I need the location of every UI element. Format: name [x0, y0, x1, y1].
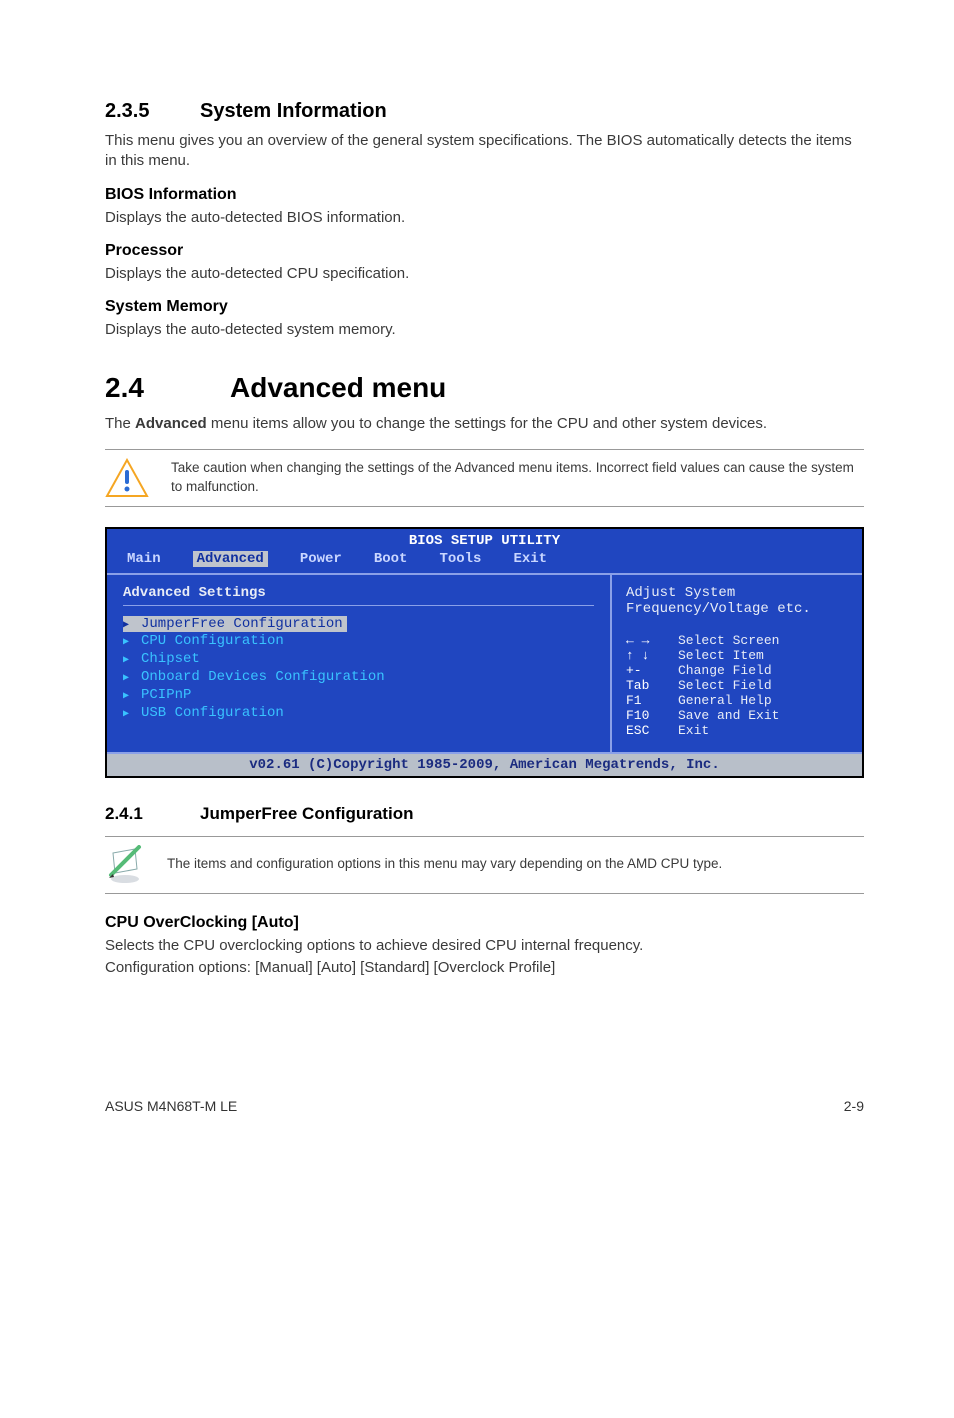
bios-help-text: Adjust System Frequency/Voltage etc.: [626, 585, 848, 617]
bios-key-label: Select Screen: [678, 633, 779, 648]
bios-menu-item: CPU Configuration: [123, 632, 594, 650]
section-number: 2.3.5: [105, 100, 200, 123]
bios-key: F1: [626, 693, 668, 708]
advanced-intro: The Advanced menu items allow you to cha…: [105, 414, 864, 434]
divider: [123, 605, 594, 606]
cpu-overclocking-heading: CPU OverClocking [Auto]: [105, 914, 864, 932]
section-number: 2.4: [105, 372, 230, 404]
section-2-3-5-heading: 2.3.5System Information: [105, 100, 864, 123]
cpu-overclocking-options: Configuration options: [Manual] [Auto] […: [105, 958, 864, 978]
processor-heading: Processor: [105, 242, 864, 260]
bios-key: Tab: [626, 678, 668, 693]
note-callout: The items and configuration options in t…: [105, 836, 864, 894]
section-title: Advanced menu: [230, 372, 446, 403]
bios-info-text: Displays the auto-detected BIOS informat…: [105, 208, 864, 228]
page-footer: ASUS M4N68T-M LE 2-9: [105, 1098, 864, 1114]
bios-key-row: Select Screen: [626, 633, 848, 648]
section-title: JumperFree Configuration: [200, 804, 413, 823]
bios-key-row: Select Item: [626, 648, 848, 663]
warning-icon: [105, 458, 149, 498]
bios-tab-power: Power: [300, 551, 342, 567]
bios-key-label: Exit: [678, 723, 709, 738]
bios-title: BIOS SETUP UTILITY: [107, 529, 862, 549]
footer-model: ASUS M4N68T-M LE: [105, 1098, 237, 1114]
bios-menu-item: USB Configuration: [123, 704, 594, 722]
bios-key-row: F10 Save and Exit: [626, 708, 848, 723]
bios-menu-item: JumperFree Configuration: [123, 616, 347, 632]
warning-text: Take caution when changing the settings …: [171, 459, 864, 497]
bios-key-row: +- Change Field: [626, 663, 848, 678]
warning-callout: Take caution when changing the settings …: [105, 449, 864, 507]
bios-key-label: Change Field: [678, 663, 772, 678]
footer-page-number: 2-9: [844, 1098, 864, 1114]
bios-key-row: F1 General Help: [626, 693, 848, 708]
cpu-overclocking-desc: Selects the CPU overclocking options to …: [105, 936, 864, 956]
bios-key-label: Select Item: [678, 648, 764, 663]
note-text: The items and configuration options in t…: [167, 855, 722, 874]
bios-menu-item: Chipset: [123, 650, 594, 668]
bios-tab-main: Main: [127, 551, 161, 567]
processor-text: Displays the auto-detected CPU specifica…: [105, 264, 864, 284]
section-title: System Information: [200, 100, 387, 122]
bios-key-label: General Help: [678, 693, 772, 708]
bios-key: [626, 633, 668, 648]
bios-left-pane: Advanced Settings JumperFree Configurati…: [107, 575, 612, 752]
bios-tab-tools: Tools: [439, 551, 481, 567]
bios-key-row: Tab Select Field: [626, 678, 848, 693]
bios-key: F10: [626, 708, 668, 723]
system-memory-heading: System Memory: [105, 298, 864, 316]
bios-pane-heading: Advanced Settings: [123, 585, 594, 601]
bios-footer: v02.61 (C)Copyright 1985-2009, American …: [107, 752, 862, 776]
bios-menu-item: Onboard Devices Configuration: [123, 668, 594, 686]
bios-key: +-: [626, 663, 668, 678]
bios-key: ESC: [626, 723, 668, 738]
system-memory-text: Displays the auto-detected system memory…: [105, 320, 864, 340]
bios-screenshot: BIOS SETUP UTILITY Main Advanced Power Boot…: [105, 527, 864, 778]
bios-menu-list: JumperFree ConfigurationCPU Configuratio…: [123, 616, 594, 722]
bios-tab-boot: Boot: [374, 551, 408, 567]
section-number: 2.4.1: [105, 804, 200, 824]
bios-tab-advanced: Advanced: [193, 551, 268, 567]
bios-right-pane: Adjust System Frequency/Voltage etc. Sel…: [612, 575, 862, 752]
bios-menu-item: PCIPnP: [123, 686, 594, 704]
note-icon: [105, 845, 145, 885]
bios-key-legend: Select ScreenSelect Item+-Change FieldTa…: [626, 633, 848, 738]
section-intro: This menu gives you an overview of the g…: [105, 131, 864, 172]
bios-key: [626, 648, 668, 663]
bios-key-label: Save and Exit: [678, 708, 779, 723]
bios-tab-exit: Exit: [513, 551, 547, 567]
bios-info-heading: BIOS Information: [105, 186, 864, 204]
bios-key-row: ESC Exit: [626, 723, 848, 738]
bios-key-label: Select Field: [678, 678, 772, 693]
section-2-4-1-heading: 2.4.1JumperFree Configuration: [105, 804, 864, 824]
bios-tab-bar: Main Advanced Power Boot Tools Exit: [107, 549, 862, 573]
section-2-4-heading: 2.4Advanced menu: [105, 372, 864, 404]
